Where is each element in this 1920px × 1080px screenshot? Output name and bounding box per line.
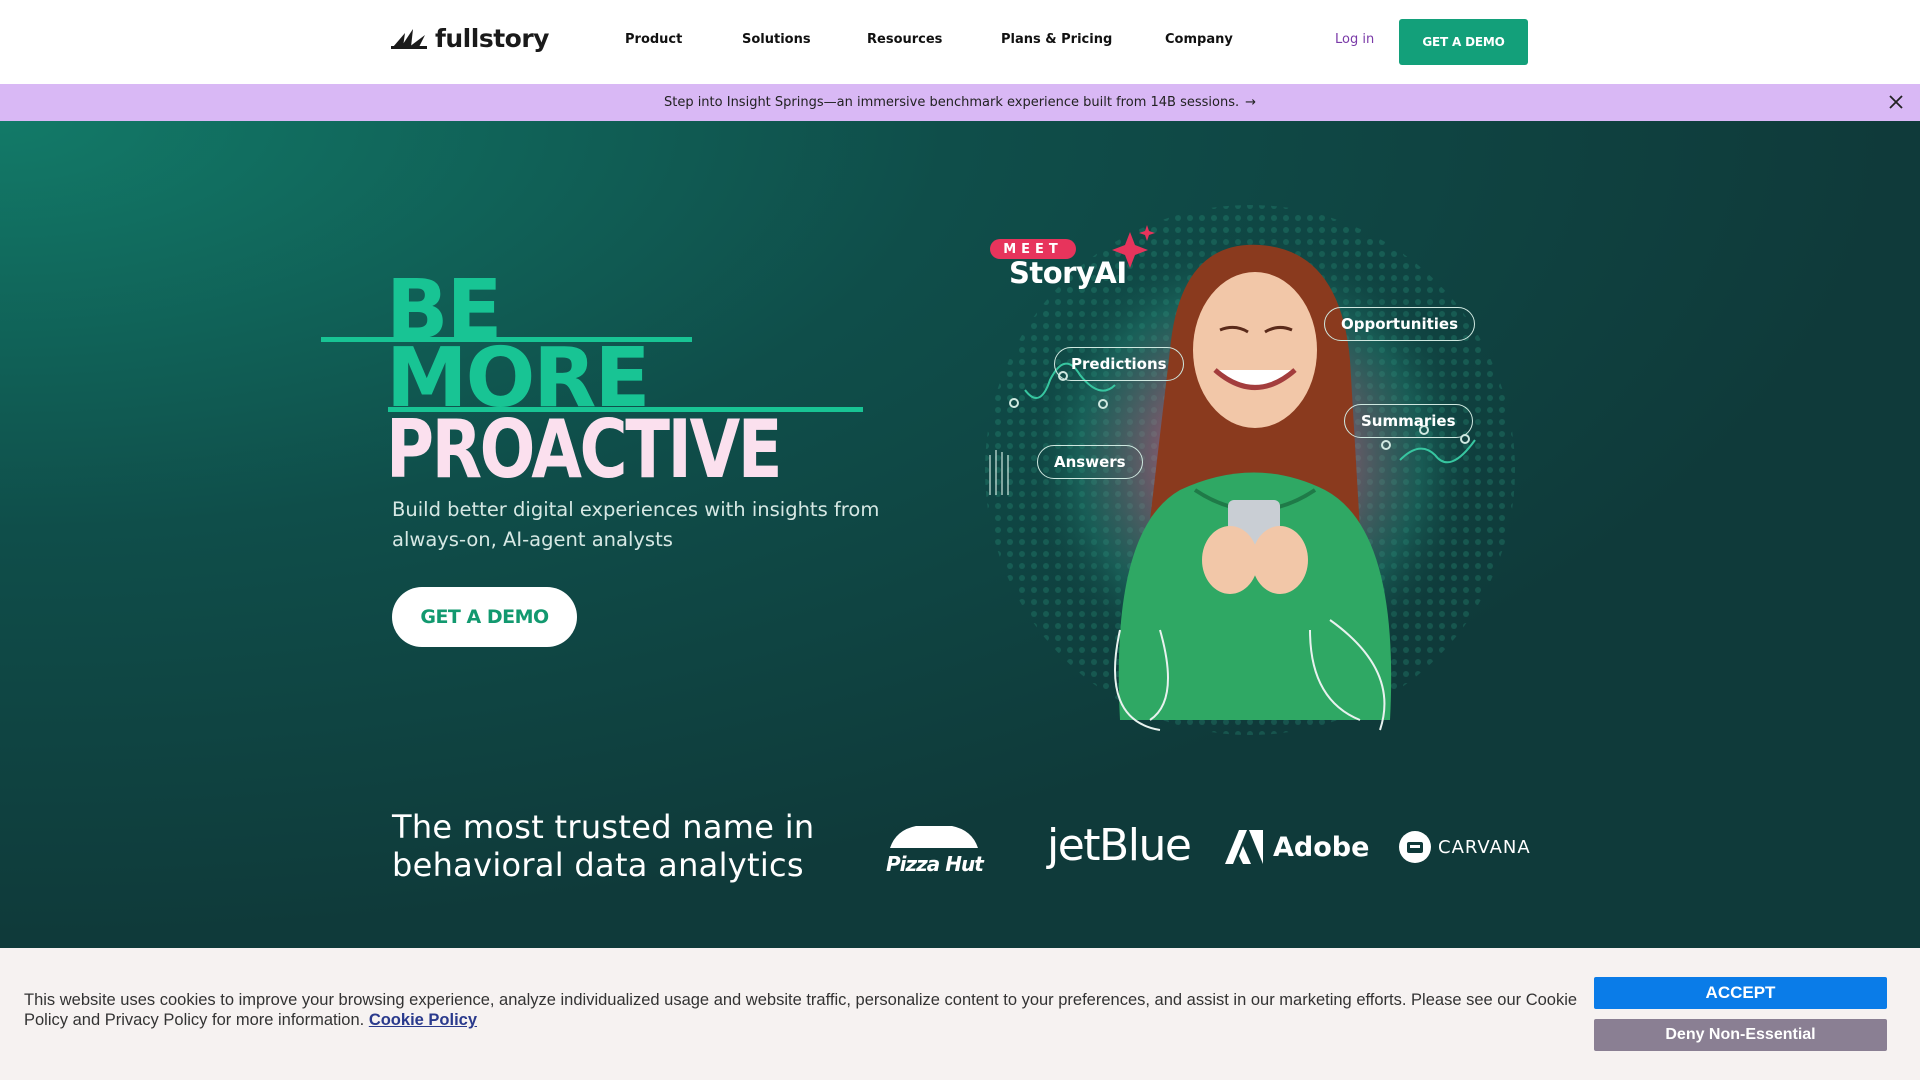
close-icon[interactable]: [1886, 92, 1906, 112]
pill-predictions: Predictions: [1054, 347, 1184, 381]
brand-carvana-logo: CARVANA: [1398, 830, 1531, 864]
brand-label-pizza-hut: Pizza Hut: [886, 852, 984, 876]
pill-answers: Answers: [1037, 445, 1143, 479]
brand-jetblue-logo: jetBlue: [1047, 820, 1192, 871]
hero-headline-proactive: PROACTIVE: [386, 403, 783, 496]
adobe-a-icon: [1225, 830, 1263, 864]
top-navigation: fullstory Product Solutions Resources Pl…: [0, 0, 1920, 84]
cookie-policy-link[interactable]: Cookie Policy: [369, 1011, 477, 1029]
brand-label-adobe: Adobe: [1273, 831, 1370, 863]
logo-text: fullstory: [435, 24, 549, 53]
accept-cookies-button[interactable]: ACCEPT: [1594, 977, 1887, 1009]
fullstory-logo[interactable]: fullstory: [391, 24, 549, 53]
pizza-hut-roof-icon: [890, 826, 978, 848]
pill-opportunities: Opportunities: [1324, 307, 1476, 341]
cookie-message: This website uses cookies to improve you…: [24, 991, 1578, 1029]
storyai-title: StoryAI: [1009, 256, 1127, 290]
brand-adobe-logo: Adobe: [1223, 828, 1369, 866]
announcement-text[interactable]: Step into Insight Springs—an immersive b…: [664, 95, 1239, 110]
arrow-right-icon: →: [1245, 95, 1257, 110]
nav-get-demo-button[interactable]: GET A DEMO: [1399, 19, 1528, 65]
hero-subtitle: Build better digital experiences with in…: [392, 498, 880, 551]
trusted-heading: The most trusted name in behavioral data…: [392, 808, 815, 884]
nav-plans-pricing[interactable]: Plans & Pricing: [1001, 32, 1112, 47]
hero-get-demo-button[interactable]: GET A DEMO: [392, 587, 577, 647]
cookie-text-block: This website uses cookies to improve you…: [24, 990, 1584, 1030]
nav-solutions[interactable]: Solutions: [742, 32, 811, 47]
brand-pizza-hut-logo: Pizza Hut: [886, 822, 984, 876]
nav-product[interactable]: Product: [625, 32, 682, 47]
deny-cookies-button[interactable]: Deny Non-Essential: [1594, 1019, 1887, 1051]
nav-resources[interactable]: Resources: [867, 32, 942, 47]
fullstory-leaf-icon: [391, 28, 427, 49]
pill-summaries: Summaries: [1344, 404, 1473, 438]
cookie-banner: This website uses cookies to improve you…: [0, 948, 1920, 1080]
announcement-bar[interactable]: Step into Insight Springs—an immersive b…: [0, 84, 1920, 121]
carvana-car-icon: [1399, 831, 1431, 863]
brand-label-carvana: CARVANA: [1438, 836, 1531, 858]
nav-company[interactable]: Company: [1165, 32, 1233, 47]
login-link[interactable]: Log in: [1335, 32, 1374, 47]
